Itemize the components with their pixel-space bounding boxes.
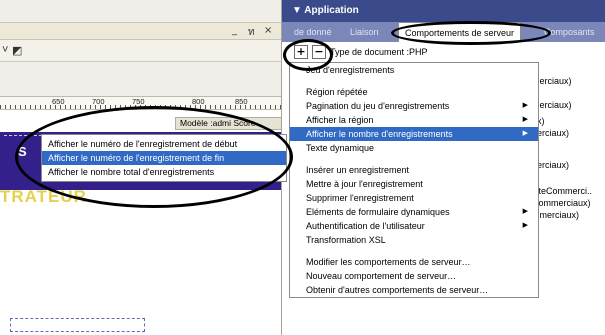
submenu-arrow-icon: ▶ [522,222,528,229]
menu-item-label: Pagination du jeu d'enregistrements [306,101,450,111]
panel-toolbar: + − Type de document :PHP [282,42,605,62]
list-item[interactable]: isteCommerci.. [532,186,592,196]
chevron-down-icon[interactable]: ˅ [2,44,8,56]
menu-item-insert-record[interactable]: Insérer un enregistrement [290,163,538,177]
menu-item-recordset-paging[interactable]: Pagination du jeu d'enregistrements ▶ [290,99,538,113]
menu-item-get-more-server-behaviors[interactable]: Obtenir d'autres comportements de serveu… [290,283,538,297]
menu-item-repeat-region[interactable]: Région répétée [290,85,538,99]
menu-separator [290,77,538,85]
banner-title: TRATEUR [0,187,87,206]
remove-icon[interactable]: − [312,45,326,59]
tab-databases[interactable]: de donné [294,22,332,42]
submenu-arrow-icon: ▶ [522,208,528,215]
menu-item-display-record-count[interactable]: Afficher le nombre d'enregistrements ▶ [290,127,538,141]
layout-cell [10,318,145,332]
close-icon[interactable]: × [264,25,272,36]
menu-item-xsl-transformation[interactable]: Transformation XSL [290,233,538,247]
menu-item-edit-server-behaviors[interactable]: Modifier les comportements de serveur… [290,255,538,269]
document-type-label: Type de document :PHP [330,47,428,57]
panel-title[interactable]: ▼ Application [282,0,605,22]
minimize-icon[interactable]: _ [232,25,237,36]
horizontal-ruler: 650 700 750 800 850 [0,96,281,110]
menu-item-show-total-records[interactable]: Afficher le nombre total d'enregistremen… [42,165,286,179]
menu-separator [290,247,538,255]
record-count-submenu: Afficher le numéro de l'enregistrement d… [41,134,287,182]
tab-bindings[interactable]: Liaison [350,22,379,42]
menu-item-label: Afficher le nombre d'enregistrements [306,129,453,139]
menu-item-update-record[interactable]: Mettre à jour l'enregistrement [290,177,538,191]
menu-item-show-start-record[interactable]: Afficher le numéro de l'enregistrement d… [42,137,286,151]
list-item[interactable]: mmerciaux) [532,210,579,220]
menu-separator [290,155,538,163]
document-titlebar: _ ท × [0,22,281,40]
menu-item-user-authentication[interactable]: Authentification de l'utilisateur ▶ [290,219,538,233]
server-behaviors-menu: Jeu d'enregistrements Région répétée Pag… [289,62,539,298]
template-label: Modèle :admi Score [175,117,285,130]
menu-item-label: Eléments de formulaire dynamiques [306,207,450,217]
list-item[interactable]: Commerciaux) [532,198,591,208]
menu-item-recordset[interactable]: Jeu d'enregistrements [290,63,538,77]
menu-item-delete-record[interactable]: Supprimer l'enregistrement [290,191,538,205]
ruler-ticks [0,105,281,109]
banner-letter: S [18,144,27,159]
browser-preview-icon[interactable]: ◩ [12,44,22,57]
menu-item-dynamic-form-elements[interactable]: Eléments de formulaire dynamiques ▶ [290,205,538,219]
add-icon[interactable]: + [294,45,308,59]
document-toolbar: ˅ ◩ [0,40,281,62]
submenu-arrow-icon: ▶ [522,102,528,109]
menu-item-show-end-record[interactable]: Afficher le numéro de l'enregistrement d… [42,151,286,165]
tab-components[interactable]: Composants [544,22,595,42]
panel-tabs: de donné Liaison Comportements de serveu… [282,22,605,42]
menu-item-new-server-behavior[interactable]: Nouveau comportement de serveur… [290,269,538,283]
submenu-arrow-icon: ▶ [522,116,528,123]
menu-item-show-region[interactable]: Afficher la région ▶ [290,113,538,127]
menu-item-label: Authentification de l'utilisateur [306,221,425,231]
menu-item-dynamic-text[interactable]: Texte dynamique [290,141,538,155]
submenu-arrow-icon: ▶ [522,130,528,137]
restore-icon[interactable]: ท [248,25,255,40]
tab-server-behaviors[interactable]: Comportements de serveur [398,22,522,42]
menu-item-label: Afficher la région [306,115,374,125]
